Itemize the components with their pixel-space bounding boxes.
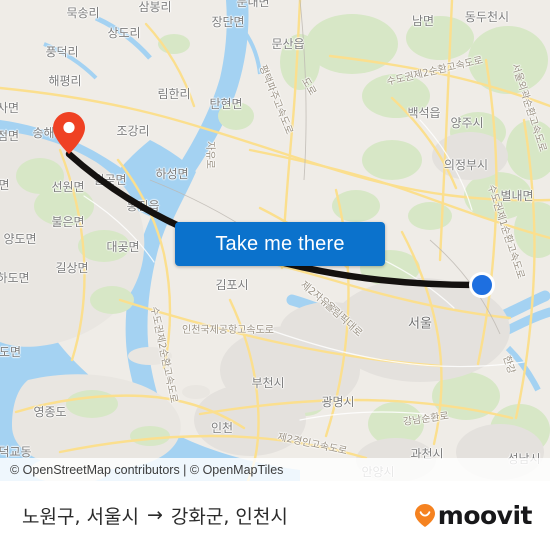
footer-bar: 노원구, 서울시 → 강화군, 인천시 moovit xyxy=(0,481,550,550)
attribution-text[interactable]: © OpenStreetMap contributors | © OpenMap… xyxy=(10,463,283,477)
map-canvas[interactable]: 묵송리 삼봉리 장단면 문내면 남면 동두천시 상도리 문산읍 풍덕리 해평리 림한리 탄현면 백석읍 양… xyxy=(0,0,550,481)
origin-marker[interactable] xyxy=(469,272,495,298)
moovit-wordmark: moovit xyxy=(437,501,533,530)
take-me-there-label: Take me there xyxy=(215,232,345,255)
route-origin-label: 노원구, 서울시 xyxy=(22,506,139,528)
map-pin-icon xyxy=(53,112,85,154)
route-summary: 노원구, 서울시 → 강화군, 인천시 xyxy=(22,502,288,529)
map-attribution-bar: © OpenStreetMap contributors | © OpenMap… xyxy=(0,458,550,481)
moovit-route-screenshot: 묵송리 삼봉리 장단면 문내면 남면 동두천시 상도리 문산읍 풍덕리 해평리 림한리 탄현면 백석읍 양… xyxy=(0,0,550,550)
arrow-right-icon: → xyxy=(146,504,163,526)
moovit-pin-icon xyxy=(414,504,435,527)
destination-marker-pin[interactable] xyxy=(52,111,86,155)
take-me-there-button[interactable]: Take me there xyxy=(175,222,385,266)
moovit-logo[interactable]: moovit xyxy=(414,501,533,530)
route-destination-label: 강화군, 인천시 xyxy=(170,506,288,528)
